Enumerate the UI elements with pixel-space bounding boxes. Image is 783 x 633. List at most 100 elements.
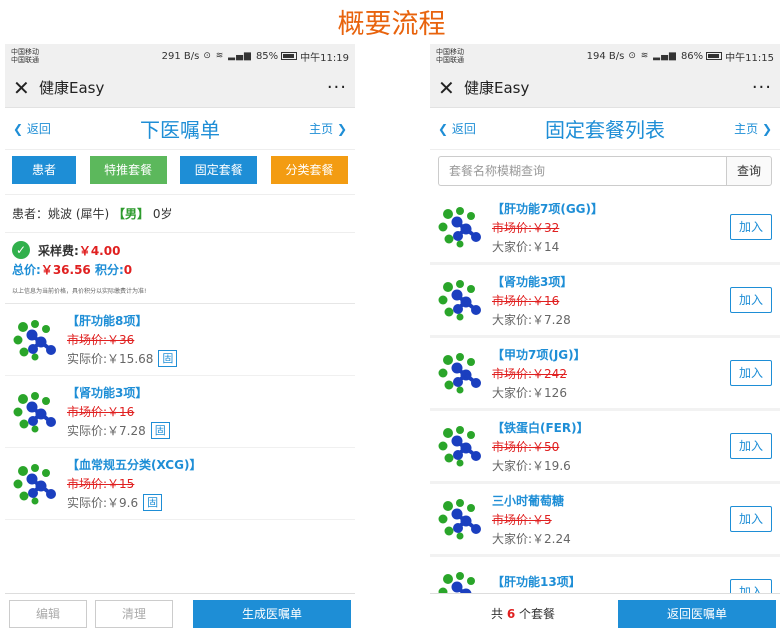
signal-icon: ⊙ ≋ ▂▄▆ — [628, 51, 677, 61]
tab-row: 患者 特推套餐 固定套餐 分类套餐 — [5, 150, 355, 190]
close-icon[interactable]: ✕ — [438, 76, 464, 100]
more-icon[interactable]: ··· — [327, 77, 347, 98]
clock: 中午11:19 — [300, 52, 349, 64]
fixed-tag: 固 — [150, 422, 170, 439]
package-name: 【肝功能13项】 — [492, 575, 581, 589]
price-note: 以上信息为当前价格，具价积分以实际缴费计为准! — [12, 288, 147, 295]
add-button[interactable]: 加入 — [730, 433, 772, 459]
package-price: 大家价:￥126 — [492, 385, 567, 400]
package-logo-icon — [13, 319, 56, 360]
chevron-left-icon: ❮ — [438, 122, 452, 136]
tab-patient[interactable]: 患者 — [12, 156, 76, 184]
package-price: 大家价:￥19.6 — [492, 458, 571, 473]
package-row: 三小时葡萄糖 市场价:￥5 大家价:￥2.24 加入 — [430, 484, 780, 557]
add-button[interactable]: 加入 — [730, 214, 772, 240]
package-logo-icon — [438, 426, 481, 467]
fixed-tag: 固 — [158, 350, 178, 367]
package-price: 大家价:￥14 — [492, 239, 560, 254]
generate-order-button[interactable]: 生成医嘱单 — [193, 599, 351, 628]
tab-featured-package[interactable]: 特推套餐 — [89, 156, 167, 184]
package-list[interactable]: 【肝功能7项(GG)】 市场价:￥32 大家价:￥14 加入 【肾功能3项】 市场价:￥1… — [430, 192, 780, 618]
close-icon[interactable]: ✕ — [13, 76, 39, 100]
clear-button[interactable]: 清理 — [95, 599, 173, 628]
status-bar: 中国移动 中国联通 291 B/s ⊙ ≋ ▂▄▆ 85% 中午11:19 — [5, 44, 355, 68]
package-list-screen: 中国移动 中国联通 194 B/s ⊙ ≋ ▂▄▆ 86% 中午11:15 ✕ 健… — [430, 44, 780, 633]
clock: 中午11:15 — [725, 52, 774, 64]
add-button[interactable]: 加入 — [730, 287, 772, 313]
home-button[interactable]: 主页 ❯ — [287, 120, 347, 137]
add-button[interactable]: 加入 — [730, 506, 772, 532]
bottom-action-bar: 编辑 清理 生成医嘱单 — [5, 593, 355, 633]
carrier-label: 中国移动 中国联通 — [436, 48, 464, 64]
patient-gender: 【男】 — [113, 207, 150, 221]
item-market-price: 市场价:￥36 — [67, 333, 135, 347]
item-actual-price: 实际价:￥15.68 固 — [67, 350, 347, 367]
app-titlebar: ✕ 健康Easy ··· — [430, 68, 780, 108]
tab-category-package[interactable]: 分类套餐 — [270, 156, 348, 184]
package-row: 【肾功能3项】 市场价:￥16 大家价:￥7.28 加入 — [430, 265, 780, 338]
item-actual-price: 实际价:￥7.28 固 — [67, 422, 347, 439]
battery-level: 86% — [680, 50, 704, 62]
status-bar: 中国移动 中国联通 194 B/s ⊙ ≋ ▂▄▆ 86% 中午11:15 — [430, 44, 780, 68]
network-speed: 194 B/s — [586, 50, 625, 62]
back-button[interactable]: ❮ 返回 — [438, 120, 498, 137]
package-market-price: 市场价:￥50 — [492, 439, 560, 454]
add-button[interactable]: 加入 — [730, 360, 772, 386]
search-button[interactable]: 查询 — [726, 156, 772, 186]
package-market-price: 市场价:￥32 — [492, 220, 560, 235]
network-speed: 291 B/s — [161, 50, 200, 62]
tab-fixed-package[interactable]: 固定套餐 — [180, 156, 258, 184]
bottom-action-bar: 共 6 个套餐 返回医嘱单 — [430, 593, 780, 633]
nav-bar: ❮ 返回 下医嘱单 主页 ❯ — [5, 108, 355, 150]
item-name: 【肾功能3项】 — [67, 386, 148, 400]
search-bar: 套餐名称模糊查询 查询 — [430, 150, 780, 192]
edit-button[interactable]: 编辑 — [9, 599, 87, 628]
app-name: 健康Easy — [39, 79, 105, 97]
order-screen: 中国移动 中国联通 291 B/s ⊙ ≋ ▂▄▆ 85% 中午11:19 ✕ 健… — [5, 44, 355, 633]
search-input[interactable]: 套餐名称模糊查询 — [438, 156, 726, 186]
chevron-right-icon: ❯ — [758, 122, 772, 136]
package-name: 【铁蛋白(FER)】 — [492, 420, 589, 435]
battery-icon — [281, 52, 298, 60]
package-market-price: 市场价:￥5 — [492, 512, 552, 527]
package-logo-icon — [13, 463, 56, 504]
battery-icon — [706, 52, 723, 60]
order-item[interactable]: 【血常规五分类(XCG)】 市场价:￥15 实际价:￥9.6 固 — [5, 448, 355, 520]
order-item[interactable]: 【肝功能8项】 市场价:￥36 实际价:￥15.68 固 — [5, 304, 355, 376]
screen-title: 下医嘱单 — [140, 118, 220, 142]
return-order-button[interactable]: 返回医嘱单 — [618, 599, 776, 628]
package-price: 大家价:￥2.24 — [492, 531, 571, 546]
total-price: 总价:￥36.56 积分:0 — [12, 263, 133, 277]
order-item[interactable]: 【肾功能3项】 市场价:￥16 实际价:￥7.28 固 — [5, 376, 355, 448]
check-icon: ✓ — [12, 241, 30, 259]
item-actual-price: 实际价:￥9.6 固 — [67, 494, 347, 511]
carrier-label: 中国移动 中国联通 — [11, 48, 39, 64]
screen-title: 固定套餐列表 — [545, 118, 665, 142]
item-market-price: 市场价:￥16 — [67, 405, 135, 419]
item-name: 【血常规五分类(XCG)】 — [67, 458, 202, 472]
package-logo-icon — [438, 353, 481, 394]
home-button[interactable]: 主页 ❯ — [712, 120, 772, 137]
package-logo-icon — [13, 391, 56, 432]
signal-icon: ⊙ ≋ ▂▄▆ — [203, 51, 252, 61]
more-icon[interactable]: ··· — [752, 77, 772, 98]
chevron-right-icon: ❯ — [333, 122, 347, 136]
app-name: 健康Easy — [464, 79, 530, 97]
fixed-tag: 固 — [143, 494, 163, 511]
patient-info: 患者：姚波 (犀牛) 【男】 0岁 — [5, 194, 355, 233]
battery-level: 85% — [255, 50, 279, 62]
package-count: 共 6 个套餐 — [490, 607, 556, 621]
page-title: 概要流程 — [337, 9, 446, 40]
package-name: 【肾功能3项】 — [492, 274, 573, 289]
item-market-price: 市场价:￥15 — [67, 477, 135, 491]
item-name: 【肝功能8项】 — [67, 314, 148, 328]
package-row: 【肝功能7项(GG)】 市场价:￥32 大家价:￥14 加入 — [430, 192, 780, 265]
back-button[interactable]: ❮ 返回 — [13, 120, 73, 137]
package-row: 【甲功7项(JG)】 市场价:￥242 大家价:￥126 加入 — [430, 338, 780, 411]
package-logo-icon — [438, 499, 481, 540]
package-price: 大家价:￥7.28 — [492, 312, 571, 327]
nav-bar: ❮ 返回 固定套餐列表 主页 ❯ — [430, 108, 780, 150]
package-name: 三小时葡萄糖 — [492, 493, 565, 508]
chevron-left-icon: ❮ — [13, 122, 27, 136]
package-name: 【甲功7项(JG)】 — [492, 347, 586, 362]
